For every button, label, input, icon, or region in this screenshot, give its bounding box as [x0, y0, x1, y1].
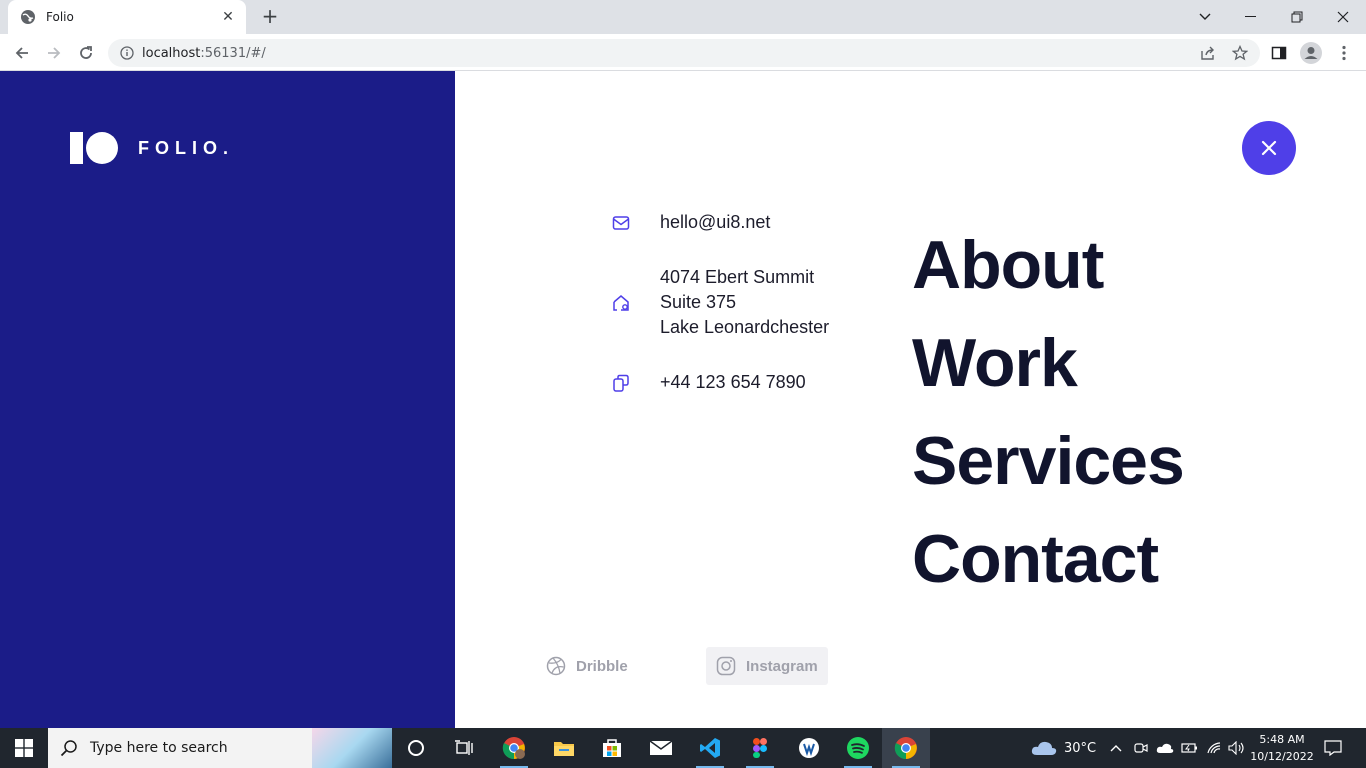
instagram-icon: [716, 656, 736, 676]
show-hidden-icons[interactable]: [1110, 728, 1122, 768]
browser-tab-strip: Folio ✕ +: [0, 0, 1366, 34]
spotify-icon[interactable]: [834, 728, 882, 768]
search-placeholder: Type here to search: [90, 740, 228, 756]
system-clock[interactable]: 5:48 AM 10/12/2022: [1250, 731, 1314, 765]
phone-icon: [613, 374, 629, 392]
menu-item-about[interactable]: About: [912, 216, 1184, 314]
weather-widget[interactable]: 30°C: [1030, 728, 1096, 768]
windows-logo-icon: [15, 739, 33, 757]
search-highlight-illustration: [312, 728, 392, 768]
weather-temp: 30°C: [1064, 740, 1097, 756]
address-bar[interactable]: localhost:56131/#/: [108, 39, 1260, 67]
vscode-icon[interactable]: [686, 728, 734, 768]
bookmark-star-icon[interactable]: [1229, 42, 1251, 64]
home-location-icon: [613, 294, 629, 311]
browser-tab[interactable]: Folio ✕: [8, 0, 246, 34]
back-button[interactable]: [11, 42, 33, 64]
app-icon[interactable]: [785, 728, 833, 768]
instagram-link[interactable]: Instagram: [706, 647, 828, 685]
url-host: localhost: [142, 45, 201, 61]
logo-text: FOLIO.: [138, 137, 234, 158]
logo[interactable]: FOLIO.: [70, 132, 234, 164]
close-menu-button[interactable]: [1242, 121, 1296, 175]
clock-date: 10/12/2022: [1250, 750, 1314, 763]
tab-title: Folio: [46, 10, 74, 24]
close-window-button[interactable]: [1320, 0, 1366, 34]
browser-toolbar: localhost:56131/#/: [0, 34, 1366, 71]
browser-menu-icon[interactable]: [1333, 42, 1355, 64]
cloud-icon: [1031, 741, 1057, 755]
contact-address-row: 4074 Ebert Summit Suite 375 Lake Leonard…: [612, 265, 829, 340]
menu-item-services[interactable]: Services: [912, 412, 1185, 510]
site-info-icon[interactable]: [120, 46, 134, 60]
file-explorer-icon[interactable]: [540, 728, 588, 768]
sidebar-panel: FOLIO.: [0, 71, 455, 728]
contact-email-row[interactable]: hello@ui8.net: [612, 210, 770, 235]
address-line-2: Suite 375: [660, 292, 737, 312]
contact-phone-row[interactable]: +44 123 654 7890: [612, 370, 806, 395]
close-tab-icon[interactable]: ✕: [220, 9, 236, 25]
tab-search-icon[interactable]: [1182, 0, 1228, 34]
side-panel-icon[interactable]: [1268, 42, 1290, 64]
minimize-button[interactable]: [1228, 0, 1274, 34]
restore-button[interactable]: [1274, 0, 1320, 34]
clock-time: 5:48 AM: [1259, 733, 1305, 746]
url-path: :56131/#/: [200, 45, 266, 61]
search-icon: [60, 740, 77, 757]
windows-taskbar: Type here to search 30°C 5:48 AM 10/12/2…: [0, 728, 1366, 768]
figma-icon[interactable]: [736, 728, 784, 768]
reload-button[interactable]: [75, 42, 97, 64]
contact-email: hello@ui8.net: [660, 212, 771, 232]
dribble-link[interactable]: Dribble: [536, 647, 638, 685]
logo-mark-icon: [70, 132, 118, 164]
share-icon[interactable]: [1197, 42, 1219, 64]
forward-button[interactable]: [43, 42, 65, 64]
battery-icon[interactable]: [1181, 728, 1199, 768]
task-view-icon[interactable]: [440, 728, 488, 768]
address-line-3: Lake Leonardchester: [660, 317, 830, 337]
meet-now-icon[interactable]: [1134, 728, 1148, 768]
main-menu: About Work Services Contact: [912, 216, 1185, 608]
taskbar-search-box[interactable]: Type here to search: [48, 728, 392, 768]
mail-app-icon[interactable]: [637, 728, 685, 768]
dribble-label: Dribble: [576, 657, 628, 675]
dribbble-icon: [546, 656, 566, 676]
chrome-taskbar-icon[interactable]: [882, 728, 930, 768]
contact-phone: +44 123 654 7890: [660, 372, 806, 392]
notification-center-icon[interactable]: [1324, 728, 1342, 768]
mail-icon: [612, 215, 630, 230]
new-tab-button[interactable]: +: [258, 6, 282, 28]
web-page: FOLIO. hello@ui8.net 4074 Ebert Summit S…: [0, 71, 1366, 728]
start-button[interactable]: [0, 728, 48, 768]
chrome-profile-taskbar-icon[interactable]: [490, 728, 538, 768]
wifi-icon[interactable]: [1206, 728, 1222, 768]
menu-item-work[interactable]: Work: [912, 314, 1184, 412]
microsoft-store-icon[interactable]: [588, 728, 636, 768]
globe-icon: [21, 10, 35, 24]
cortana-icon[interactable]: [392, 728, 440, 768]
volume-icon[interactable]: [1228, 728, 1246, 768]
instagram-label: Instagram: [746, 657, 818, 675]
close-icon: [1261, 140, 1277, 156]
address-line-1: 4074 Ebert Summit: [660, 267, 815, 287]
menu-item-contact[interactable]: Contact: [912, 510, 1184, 608]
profile-avatar-icon[interactable]: [1300, 42, 1322, 64]
onedrive-icon[interactable]: [1156, 728, 1174, 768]
